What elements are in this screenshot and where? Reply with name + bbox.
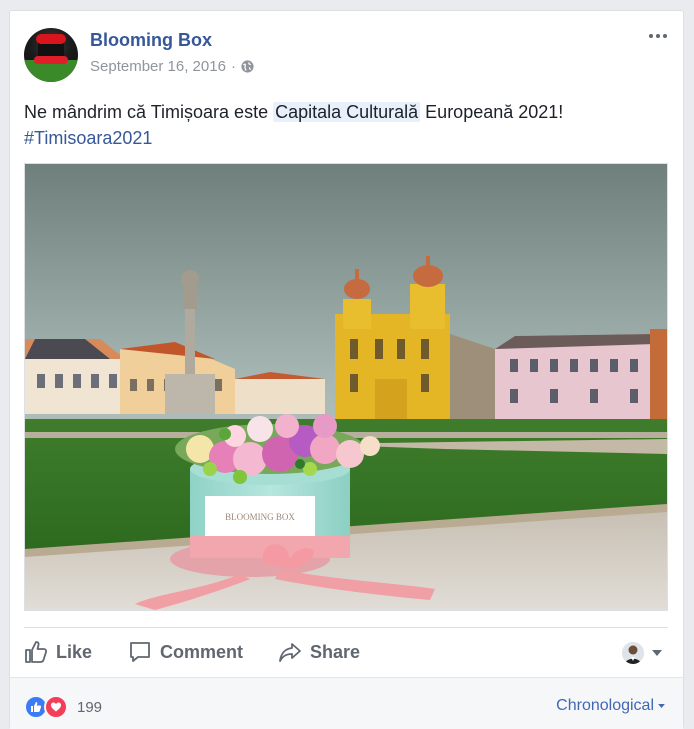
like-label: Like: [56, 641, 93, 662]
comment-sort-dropdown[interactable]: Chronological: [556, 697, 665, 715]
post-date[interactable]: September 16, 2016: [90, 58, 226, 75]
hashtag-link[interactable]: #Timisoara2021: [24, 128, 152, 148]
love-icon: [44, 695, 68, 719]
post-meta: September 16, 2016 ·: [90, 58, 254, 75]
thumbs-up-icon: [25, 641, 48, 663]
share-icon: [279, 643, 301, 662]
caret-down-icon: [658, 704, 665, 708]
post-photo[interactable]: BLOOMING BOX: [24, 163, 668, 611]
reaction-summary[interactable]: 199: [24, 695, 102, 719]
highlighted-entity[interactable]: Capitala Culturală: [273, 102, 421, 122]
viewer-avatar: [622, 642, 644, 664]
action-bar: Like Comment Share: [24, 627, 668, 678]
ellipsis-icon[interactable]: [646, 28, 670, 44]
page-avatar[interactable]: [24, 28, 78, 82]
sort-label: Chronological: [556, 697, 654, 714]
post-as-selector[interactable]: [622, 642, 662, 664]
post-text-end: Europeană 2021!: [420, 102, 564, 122]
svg-text:BLOOMING BOX: BLOOMING BOX: [225, 512, 295, 522]
post-card: Blooming Box September 16, 2016 · Ne mân…: [9, 10, 684, 729]
like-button[interactable]: Like: [24, 640, 92, 664]
share-button[interactable]: Share: [278, 640, 360, 664]
meta-separator: ·: [230, 58, 236, 75]
comment-label: Comment: [160, 641, 244, 662]
caret-down-icon: [652, 650, 662, 656]
post-text: Ne mândrim că Timișoara este Capitala Cu…: [24, 99, 664, 151]
post-text-start: Ne mândrim că Timișoara este: [24, 102, 274, 122]
comment-icon: [130, 642, 150, 662]
comment-button[interactable]: Comment: [128, 640, 243, 664]
reaction-count: 199: [77, 698, 103, 716]
globe-icon[interactable]: [241, 60, 254, 73]
reactions-footer: 199 Chronological: [10, 677, 683, 729]
page-name-link[interactable]: Blooming Box: [90, 30, 212, 51]
share-label: Share: [310, 641, 361, 662]
